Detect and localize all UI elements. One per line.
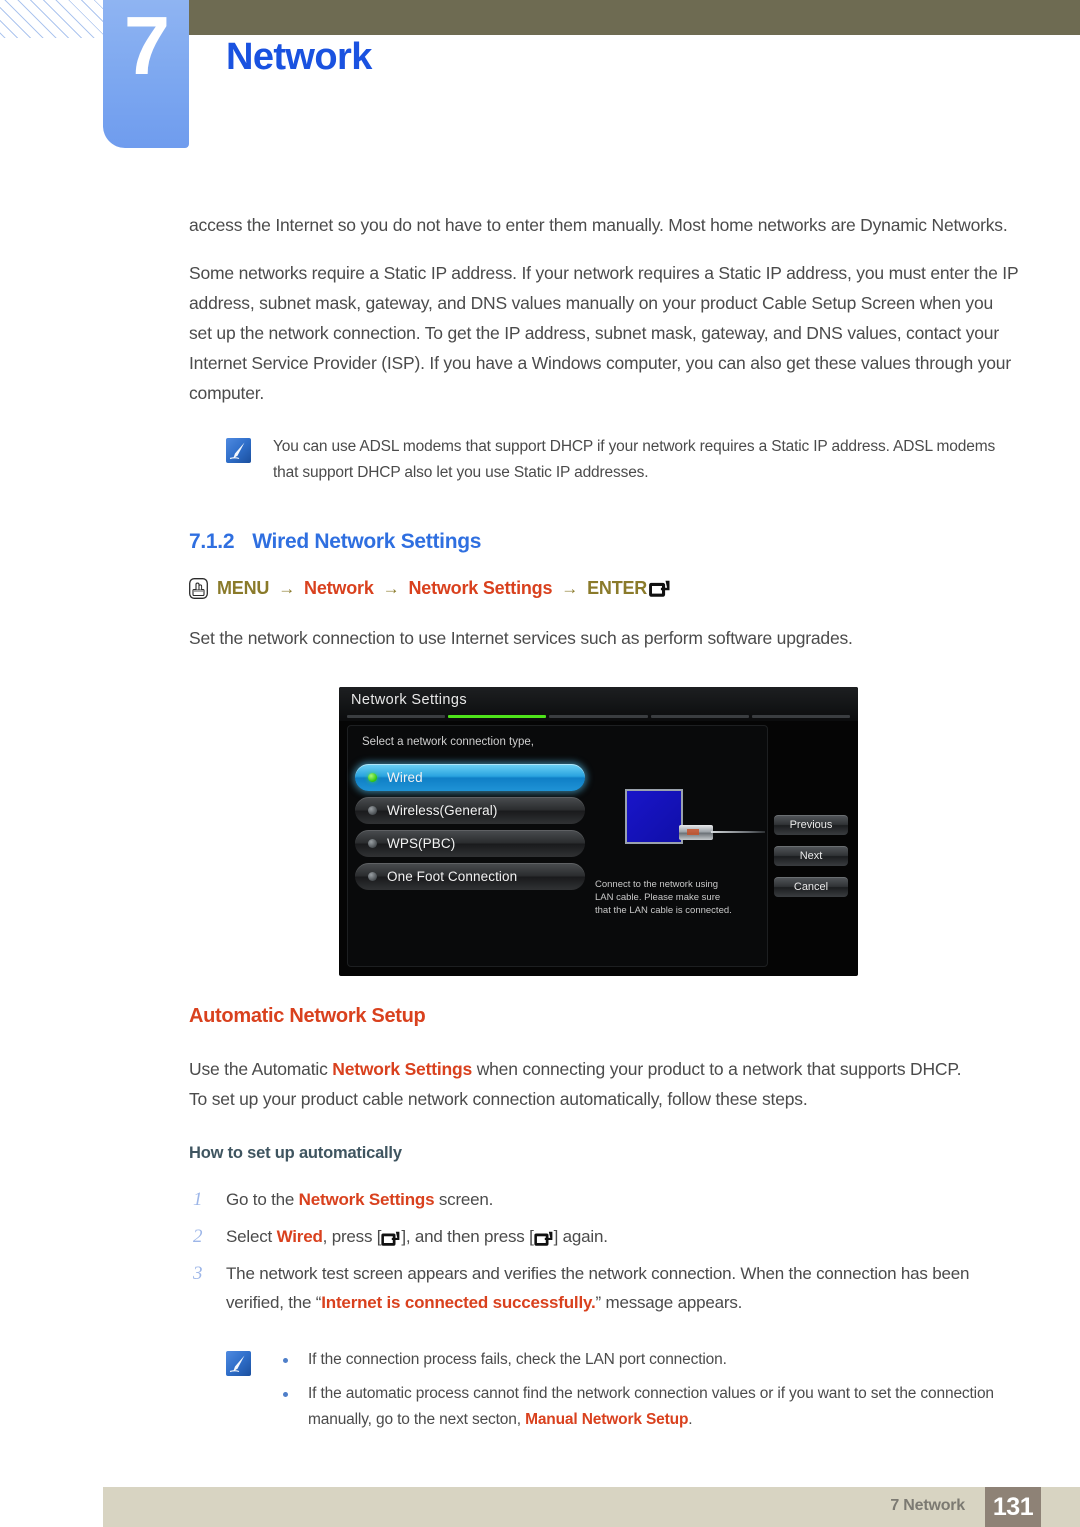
step-item-3: 3 The network test screen appears and ver…	[189, 1259, 1019, 1317]
tv-option-list: Wired Wireless(General) WPS(PBC) One Foo…	[355, 764, 585, 896]
tv-option-one-foot-connection[interactable]: One Foot Connection	[355, 863, 585, 890]
page-content: access the Internet so you do not have t…	[189, 210, 1019, 671]
footer-page-number: 131	[985, 1487, 1041, 1527]
step-text-end: ] again.	[553, 1227, 608, 1246]
tv-option-wireless-general[interactable]: Wireless(General)	[355, 797, 585, 824]
footer-chapter-label: 7 Network	[890, 1497, 965, 1514]
step-text-post: ” message appears.	[595, 1293, 743, 1312]
lan-cable-icon	[711, 831, 765, 833]
step-highlight: Internet is connected successfully.	[321, 1293, 596, 1312]
note-bullet-list: If the connection process fails, check t…	[273, 1347, 1019, 1433]
paragraph-static-ip: Some networks require a Static IP addres…	[189, 263, 1019, 403]
chapter-title: Network	[226, 36, 372, 78]
step-number: 3	[193, 1263, 203, 1284]
radio-unselected-icon	[368, 839, 377, 848]
note-text-troubleshooting: If the connection process fails, check t…	[273, 1347, 1019, 1433]
tv-option-wps-pbc[interactable]: WPS(PBC)	[355, 830, 585, 857]
tv-option-label: Wireless(General)	[387, 803, 498, 818]
step-highlight: Network Settings	[298, 1190, 435, 1209]
tv-progress-segment	[347, 715, 446, 718]
step-text-post: screen.	[434, 1190, 494, 1209]
paragraph-automatic-usage: Use the Automatic Network Settings when …	[189, 1054, 1019, 1084]
tv-next-button[interactable]: Next	[774, 846, 848, 866]
rj45-plug-icon	[679, 825, 713, 840]
paragraph-text-pre: Use the Automatic	[189, 1059, 333, 1079]
note-bullet-highlight: Manual Network Setup	[525, 1411, 689, 1428]
step-text-mid: ], and then press [	[401, 1227, 534, 1246]
step-item-2: 2 Select Wired, press [ ], and then press …	[189, 1222, 1019, 1251]
tv-progress-segments	[347, 715, 851, 718]
menu-item-network-settings: Network Settings	[408, 578, 553, 598]
menu-item-menu: MENU	[217, 578, 270, 598]
enter-key-icon	[381, 1231, 401, 1246]
tv-option-wired[interactable]: Wired	[355, 764, 585, 791]
menu-arrow-2: →	[382, 578, 400, 598]
section-number: 7.1.2	[189, 530, 235, 553]
hand-press-icon	[189, 578, 208, 599]
chapter-tab: 7	[103, 0, 189, 148]
paragraph-intro-continued: access the Internet so you do not have t…	[189, 215, 1008, 235]
paragraph-automatic-steps-intro: To set up your product cable network con…	[189, 1089, 808, 1109]
note-pen-icon	[226, 1351, 251, 1376]
tv-description-text: Connect to the network using LAN cable. …	[595, 879, 732, 916]
menu-item-enter: ENTER	[587, 578, 648, 598]
note-box-adsl: You can use ADSL modems that support DHC…	[189, 434, 1019, 486]
lan-port-face	[625, 789, 683, 844]
automatic-network-setup-heading: Automatic Network Setup	[189, 1005, 426, 1027]
tv-prompt-text: Select a network connection type,	[362, 736, 534, 748]
menu-item-network: Network	[304, 578, 374, 598]
menu-arrow-1: →	[278, 578, 296, 598]
tv-progress-segment	[650, 715, 749, 718]
step-number: 2	[193, 1226, 203, 1247]
header-olive-bar	[189, 0, 1080, 35]
note-box-troubleshooting: If the connection process fails, check t…	[189, 1347, 1019, 1433]
tv-content-panel: Select a network connection type, Wired …	[347, 725, 768, 967]
menu-path: MENU → Network → Network Settings → ENTE…	[189, 578, 1019, 599]
step-item-1: 1 Go to the Network Settings screen.	[189, 1185, 1019, 1214]
note-paragraph: You can use ADSL modems that support DHC…	[273, 438, 996, 481]
tv-cancel-button[interactable]: Cancel	[774, 877, 848, 897]
radio-unselected-icon	[368, 806, 377, 815]
tv-screenshot: Network Settings Select a network connec…	[339, 687, 858, 976]
inline-highlight-network-settings: Network Settings	[332, 1059, 473, 1079]
tv-option-label: One Foot Connection	[387, 869, 518, 884]
enter-key-icon	[534, 1231, 554, 1246]
step-number: 1	[193, 1189, 203, 1210]
note-bullet-item: If the connection process fails, check t…	[273, 1347, 1019, 1373]
paragraph-text-post: when connecting your product to a networ…	[472, 1059, 962, 1079]
note-bullet-text-post: .	[688, 1411, 693, 1428]
lan-port-icon	[625, 789, 765, 850]
tv-progress-segment-active	[448, 715, 547, 718]
note-pen-icon	[226, 438, 251, 463]
enter-key-icon	[649, 580, 671, 597]
tv-previous-button[interactable]: Previous	[774, 815, 848, 835]
step-text-post: , press [	[322, 1227, 382, 1246]
paragraph-set-network-connection: Set the network connection to use Intern…	[189, 628, 853, 648]
chapter-number: 7	[123, 0, 170, 92]
step-highlight: Wired	[276, 1227, 323, 1246]
header-hatch-decoration	[0, 0, 104, 38]
tv-progress-segment	[751, 715, 851, 718]
note-text-adsl: You can use ADSL modems that support DHC…	[273, 434, 1019, 486]
tv-option-label: WPS(PBC)	[387, 836, 456, 851]
menu-arrow-3: →	[561, 578, 579, 598]
section-title: Wired Network Settings	[252, 530, 482, 553]
tv-option-label: Wired	[387, 770, 423, 785]
page-content-lower: Automatic Network Setup Use the Automati…	[189, 1005, 1019, 1433]
step-text-pre: Go to the	[226, 1190, 299, 1209]
how-to-set-up-automatically-heading: How to set up automatically	[189, 1144, 402, 1162]
section-heading: 7.1.2 Wired Network Settings	[189, 530, 1019, 554]
tv-screen: Network Settings Select a network connec…	[339, 687, 858, 976]
steps-list: 1 Go to the Network Settings screen. 2 Sel…	[189, 1185, 1019, 1317]
tv-progress-segment	[549, 715, 648, 718]
tv-screen-title: Network Settings	[351, 692, 467, 708]
radio-unselected-icon	[368, 872, 377, 881]
radio-selected-icon	[368, 773, 377, 782]
tv-button-group: Previous Next Cancel	[774, 815, 848, 908]
step-text-pre: Select	[226, 1227, 277, 1246]
note-bullet-item: If the automatic process cannot find the…	[273, 1381, 1019, 1433]
